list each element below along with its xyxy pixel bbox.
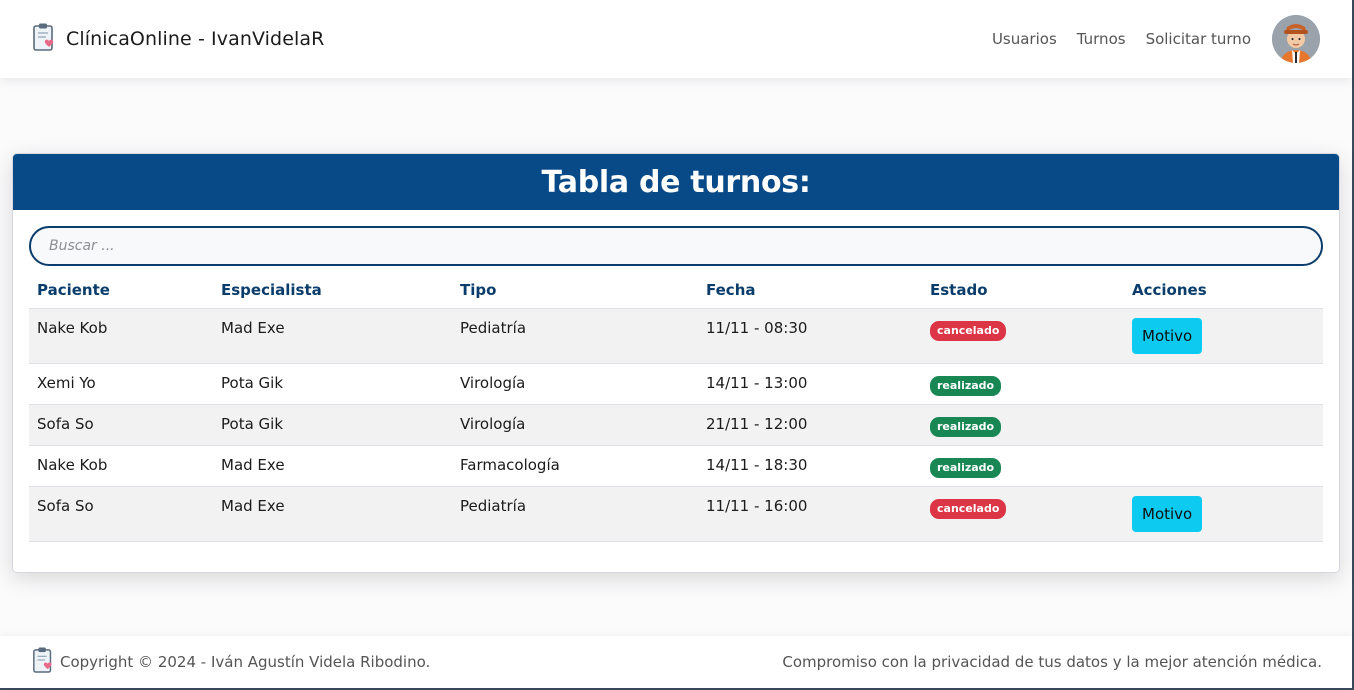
cell-tipo: Virología [452, 363, 698, 405]
cell-tipo: Farmacología [452, 445, 698, 487]
user-avatar[interactable] [1272, 15, 1320, 63]
col-fecha: Fecha [698, 272, 922, 309]
nav-usuarios[interactable]: Usuarios [992, 30, 1057, 48]
cell-fecha: 21/11 - 12:00 [698, 404, 922, 446]
cell-acciones [1124, 445, 1323, 487]
cell-acciones: Motivo [1124, 486, 1323, 542]
cell-paciente: Xemi Yo [29, 363, 213, 405]
cell-estado: cancelado [922, 486, 1124, 542]
navbar: ClínicaOnline - IvanVidelaR Usuarios Tur… [0, 0, 1352, 78]
table-row: Sofa So Pota Gik Virología 21/11 - 12:00… [29, 404, 1323, 446]
nav-links: Usuarios Turnos Solicitar turno [972, 15, 1320, 63]
cell-paciente: Nake Kob [29, 445, 213, 487]
footer-left: Copyright © 2024 - Iván Agustín Videla R… [32, 646, 430, 678]
table-row: Sofa So Mad Exe Pediatría 11/11 - 16:00 … [29, 486, 1323, 542]
search-input[interactable] [29, 226, 1323, 266]
cell-tipo: Pediatría [452, 308, 698, 364]
cell-especialista: Pota Gik [213, 404, 452, 446]
col-paciente: Paciente [29, 272, 213, 309]
cell-especialista: Pota Gik [213, 363, 452, 405]
cell-fecha: 14/11 - 18:30 [698, 445, 922, 487]
clipboard-heart-icon [32, 22, 58, 56]
table-header-row: Paciente Especialista Tipo Fecha Estado … [29, 272, 1323, 309]
motivo-button[interactable]: Motivo [1132, 317, 1203, 354]
cell-especialista: Mad Exe [213, 445, 452, 487]
col-estado: Estado [922, 272, 1124, 309]
status-badge: realizado [930, 375, 1002, 396]
footer: Copyright © 2024 - Iván Agustín Videla R… [0, 636, 1352, 688]
brand-title: ClínicaOnline - IvanVidelaR [66, 28, 325, 50]
cell-especialista: Mad Exe [213, 308, 452, 364]
col-acciones: Acciones [1124, 272, 1323, 309]
cell-fecha: 14/11 - 13:00 [698, 363, 922, 405]
table-row: Nake Kob Mad Exe Pediatría 11/11 - 08:30… [29, 308, 1323, 364]
card-header: Tabla de turnos: [13, 154, 1339, 210]
table-row: Xemi Yo Pota Gik Virología 14/11 - 13:00… [29, 363, 1323, 405]
page-title: Tabla de turnos: [541, 164, 811, 200]
cell-fecha: 11/11 - 08:30 [698, 308, 922, 364]
cell-fecha: 11/11 - 16:00 [698, 486, 922, 542]
status-badge: realizado [930, 457, 1002, 478]
cell-paciente: Sofa So [29, 486, 213, 542]
motivo-button[interactable]: Motivo [1132, 495, 1203, 532]
clipboard-heart-icon [32, 646, 56, 678]
cell-estado: cancelado [922, 308, 1124, 364]
status-badge: cancelado [930, 320, 1007, 341]
cell-especialista: Mad Exe [213, 486, 452, 542]
cell-tipo: Virología [452, 404, 698, 446]
cell-estado: realizado [922, 404, 1124, 446]
nav-solicitar-turno[interactable]: Solicitar turno [1146, 30, 1251, 48]
cell-acciones [1124, 363, 1323, 405]
status-badge: realizado [930, 416, 1002, 437]
footer-copyright: Copyright © 2024 - Iván Agustín Videla R… [60, 653, 431, 671]
table-row: Nake Kob Mad Exe Farmacología 14/11 - 18… [29, 445, 1323, 487]
turnos-table: Paciente Especialista Tipo Fecha Estado … [29, 272, 1323, 542]
cell-estado: realizado [922, 445, 1124, 487]
col-tipo: Tipo [452, 272, 698, 309]
cell-estado: realizado [922, 363, 1124, 405]
nav-turnos[interactable]: Turnos [1077, 30, 1126, 48]
footer-tagline: Compromiso con la privacidad de tus dato… [782, 653, 1322, 671]
cell-acciones: Motivo [1124, 308, 1323, 364]
turnos-card: Tabla de turnos: Paciente Especialista T… [12, 153, 1340, 573]
cell-acciones [1124, 404, 1323, 446]
cell-paciente: Sofa So [29, 404, 213, 446]
brand-link[interactable]: ClínicaOnline - IvanVidelaR [32, 22, 324, 56]
cell-paciente: Nake Kob [29, 308, 213, 364]
status-badge: cancelado [930, 498, 1007, 519]
col-especialista: Especialista [213, 272, 452, 309]
cell-tipo: Pediatría [452, 486, 698, 542]
